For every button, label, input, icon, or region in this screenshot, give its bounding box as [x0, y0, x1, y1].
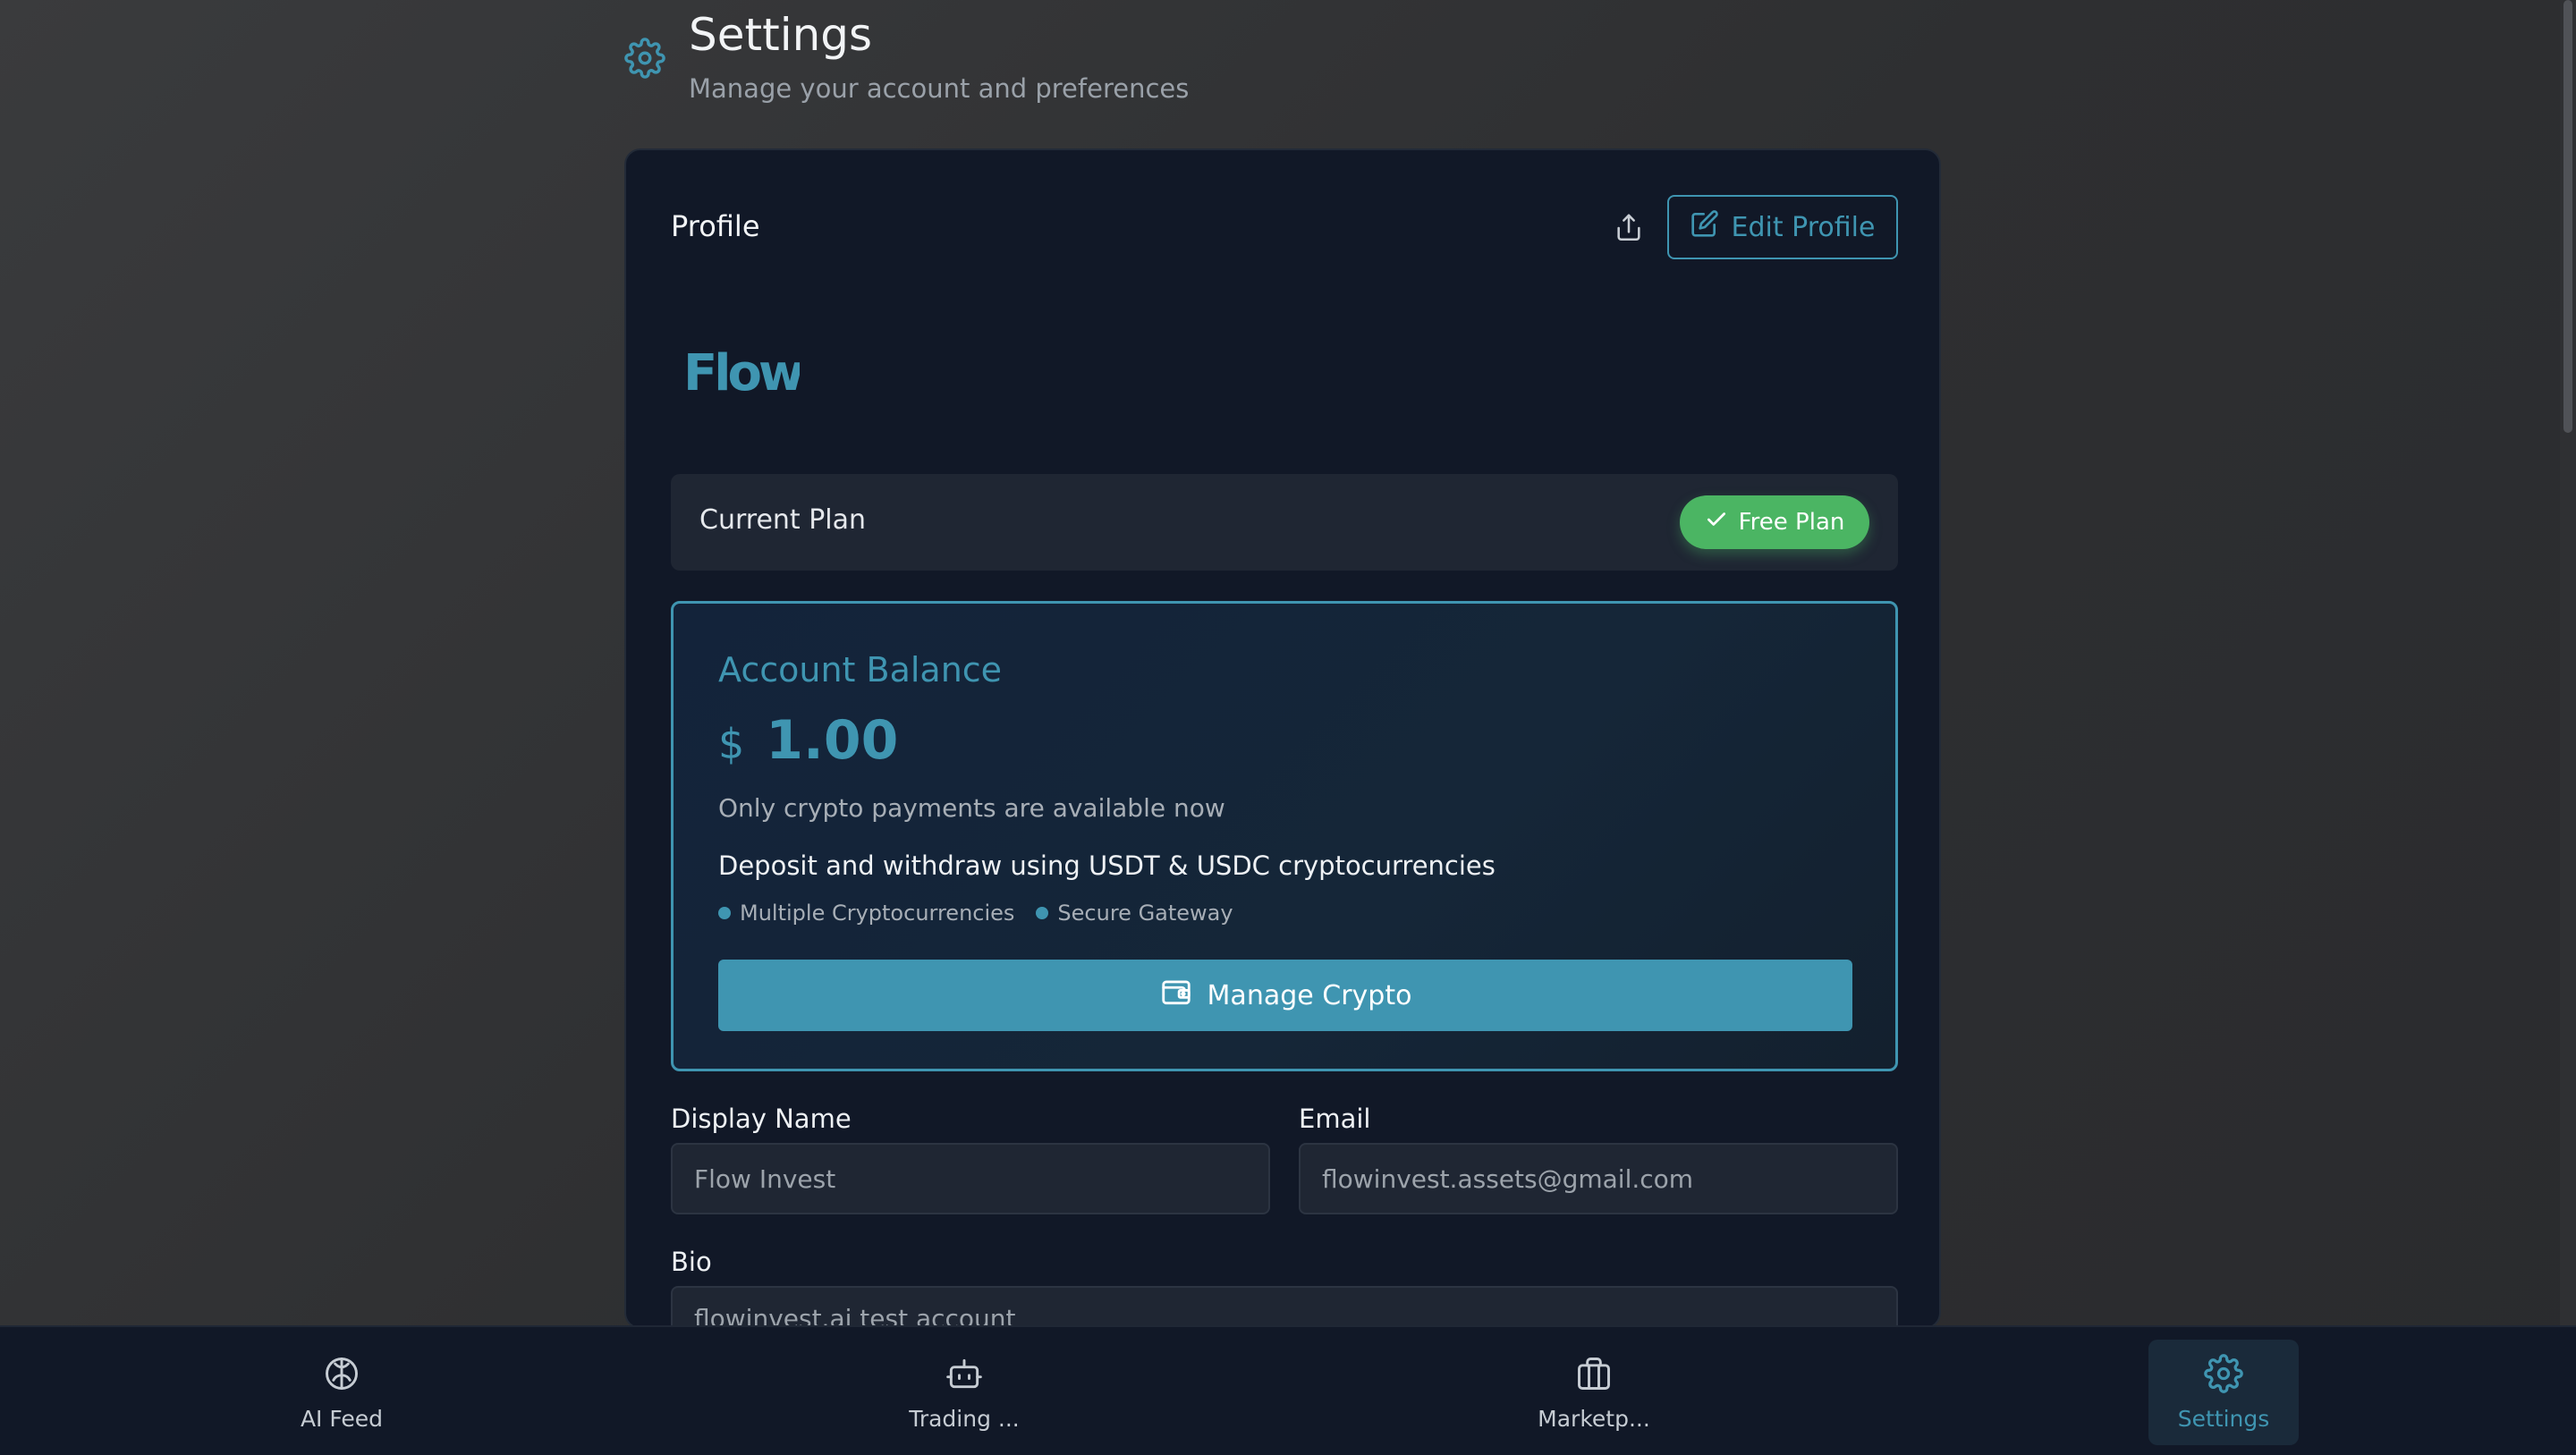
wallet-icon	[1159, 975, 1193, 1016]
account-balance-box: Account Balance $ 1.00 Only crypto payme…	[671, 601, 1898, 1071]
feature-item: Multiple Cryptocurrencies	[718, 901, 1014, 926]
nav-item-marketplace[interactable]: Marketp...	[1519, 1340, 1669, 1445]
display-name-field[interactable]: Flow Invest	[671, 1143, 1270, 1214]
gear-icon	[2204, 1353, 2243, 1399]
feature-list: Multiple Cryptocurrencies Secure Gateway	[718, 901, 1233, 926]
plan-badge-label: Free Plan	[1738, 509, 1845, 536]
page-header: Settings Manage your account and prefere…	[624, 7, 1429, 106]
feature-label: Multiple Cryptocurrencies	[740, 901, 1015, 926]
feature-label: Secure Gateway	[1057, 901, 1233, 926]
bullet-dot-icon	[1036, 907, 1049, 919]
nav-item-ai-feed[interactable]: AI Feed	[267, 1340, 417, 1445]
gear-icon	[624, 38, 665, 79]
avatar: Flow	[683, 343, 807, 406]
balance-note: Only crypto payments are available now	[718, 793, 1225, 823]
nav-item-trading[interactable]: Trading ...	[889, 1340, 1039, 1445]
bullet-dot-icon	[718, 907, 731, 919]
email-label: Email	[1299, 1104, 1371, 1134]
page-title: Settings	[689, 9, 873, 61]
check-icon	[1705, 508, 1728, 537]
nav-item-settings[interactable]: Settings	[2148, 1340, 2299, 1445]
nav-label: Settings	[2177, 1405, 2270, 1432]
nav-label: AI Feed	[300, 1405, 384, 1432]
bot-icon	[945, 1354, 984, 1399]
bottom-nav: AI Feed Trading ... Marketp... Settings	[0, 1325, 2576, 1455]
bio-field[interactable]: flowinvest.ai test account	[671, 1286, 1898, 1327]
balance-title: Account Balance	[718, 650, 1003, 689]
manage-crypto-label: Manage Crypto	[1207, 979, 1412, 1011]
manage-crypto-button[interactable]: Manage Crypto	[718, 960, 1852, 1031]
display-name-label: Display Name	[671, 1104, 852, 1134]
deposit-text: Deposit and withdraw using USDT & USDC c…	[718, 850, 1496, 881]
profile-title: Profile	[671, 209, 760, 243]
brain-icon	[322, 1354, 361, 1399]
scrollbar-thumb[interactable]	[2563, 0, 2572, 433]
briefcase-icon	[1574, 1354, 1614, 1399]
feature-item: Secure Gateway	[1036, 901, 1233, 926]
currency-symbol: $	[718, 720, 745, 768]
email-field[interactable]: flowinvest.assets@gmail.com	[1299, 1143, 1898, 1214]
logo-text: Flow	[683, 344, 800, 402]
bio-label: Bio	[671, 1247, 712, 1277]
edit-profile-button[interactable]: Edit Profile	[1667, 195, 1898, 259]
balance-value: 1.00	[766, 709, 899, 772]
current-plan-box: Current Plan Free Plan	[671, 474, 1898, 571]
profile-card: Profile Edit Profile Flow Current Plan F…	[624, 148, 1941, 1329]
edit-profile-label: Edit Profile	[1731, 211, 1876, 243]
share-icon[interactable]	[1608, 207, 1649, 249]
page-subtitle: Manage your account and preferences	[689, 73, 1190, 104]
current-plan-label: Current Plan	[699, 504, 867, 536]
balance-amount: $ 1.00	[718, 709, 898, 772]
nav-label: Marketp...	[1538, 1405, 1650, 1432]
status-badge: Free Plan	[1680, 495, 1869, 549]
nav-label: Trading ...	[909, 1405, 1020, 1432]
edit-icon	[1690, 209, 1719, 245]
